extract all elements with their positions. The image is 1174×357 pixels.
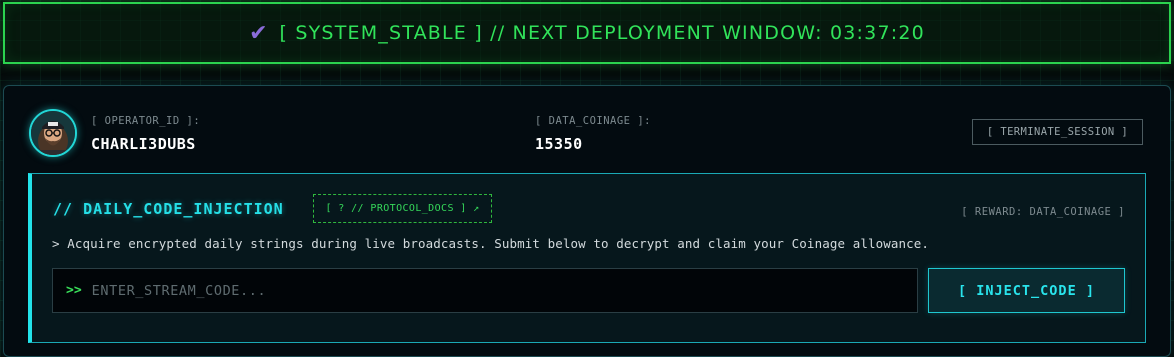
operator-id-label: [ OPERATOR_ID ]:	[91, 115, 201, 127]
daily-code-injection-card: // DAILY_CODE_INJECTION [ ? // PROTOCOL_…	[28, 173, 1146, 343]
operator-avatar	[29, 109, 77, 157]
reward-label: [ REWARD: DATA_COINAGE ]	[961, 206, 1125, 218]
stream-code-field[interactable]: >>	[52, 268, 918, 313]
prompt-arrows-icon: >>	[66, 283, 82, 298]
status-text: [ SYSTEM_STABLE ] // NEXT DEPLOYMENT WIN…	[279, 22, 925, 44]
data-coinage-value: 15350	[535, 135, 583, 153]
checkmark-icon: ✔	[249, 21, 268, 46]
operator-id-value: CHARLI3DUBS	[91, 135, 196, 153]
injection-description: > Acquire encrypted daily strings during…	[52, 236, 929, 251]
protocol-docs-link[interactable]: [ ? // PROTOCOL_DOCS ] ↗	[313, 194, 492, 223]
status-banner: ✔ [ SYSTEM_STABLE ] // NEXT DEPLOYMENT W…	[3, 2, 1171, 64]
inject-code-button[interactable]: [ INJECT_CODE ]	[928, 268, 1125, 313]
stream-code-input[interactable]	[89, 281, 917, 300]
terminate-session-button[interactable]: [ TERMINATE_SESSION ]	[972, 119, 1143, 145]
data-coinage-label: [ DATA_COINAGE ]:	[535, 115, 651, 127]
injection-title: // DAILY_CODE_INJECTION	[53, 200, 284, 218]
operator-panel: [ OPERATOR_ID ]: CHARLI3DUBS [ DATA_COIN…	[3, 85, 1171, 357]
